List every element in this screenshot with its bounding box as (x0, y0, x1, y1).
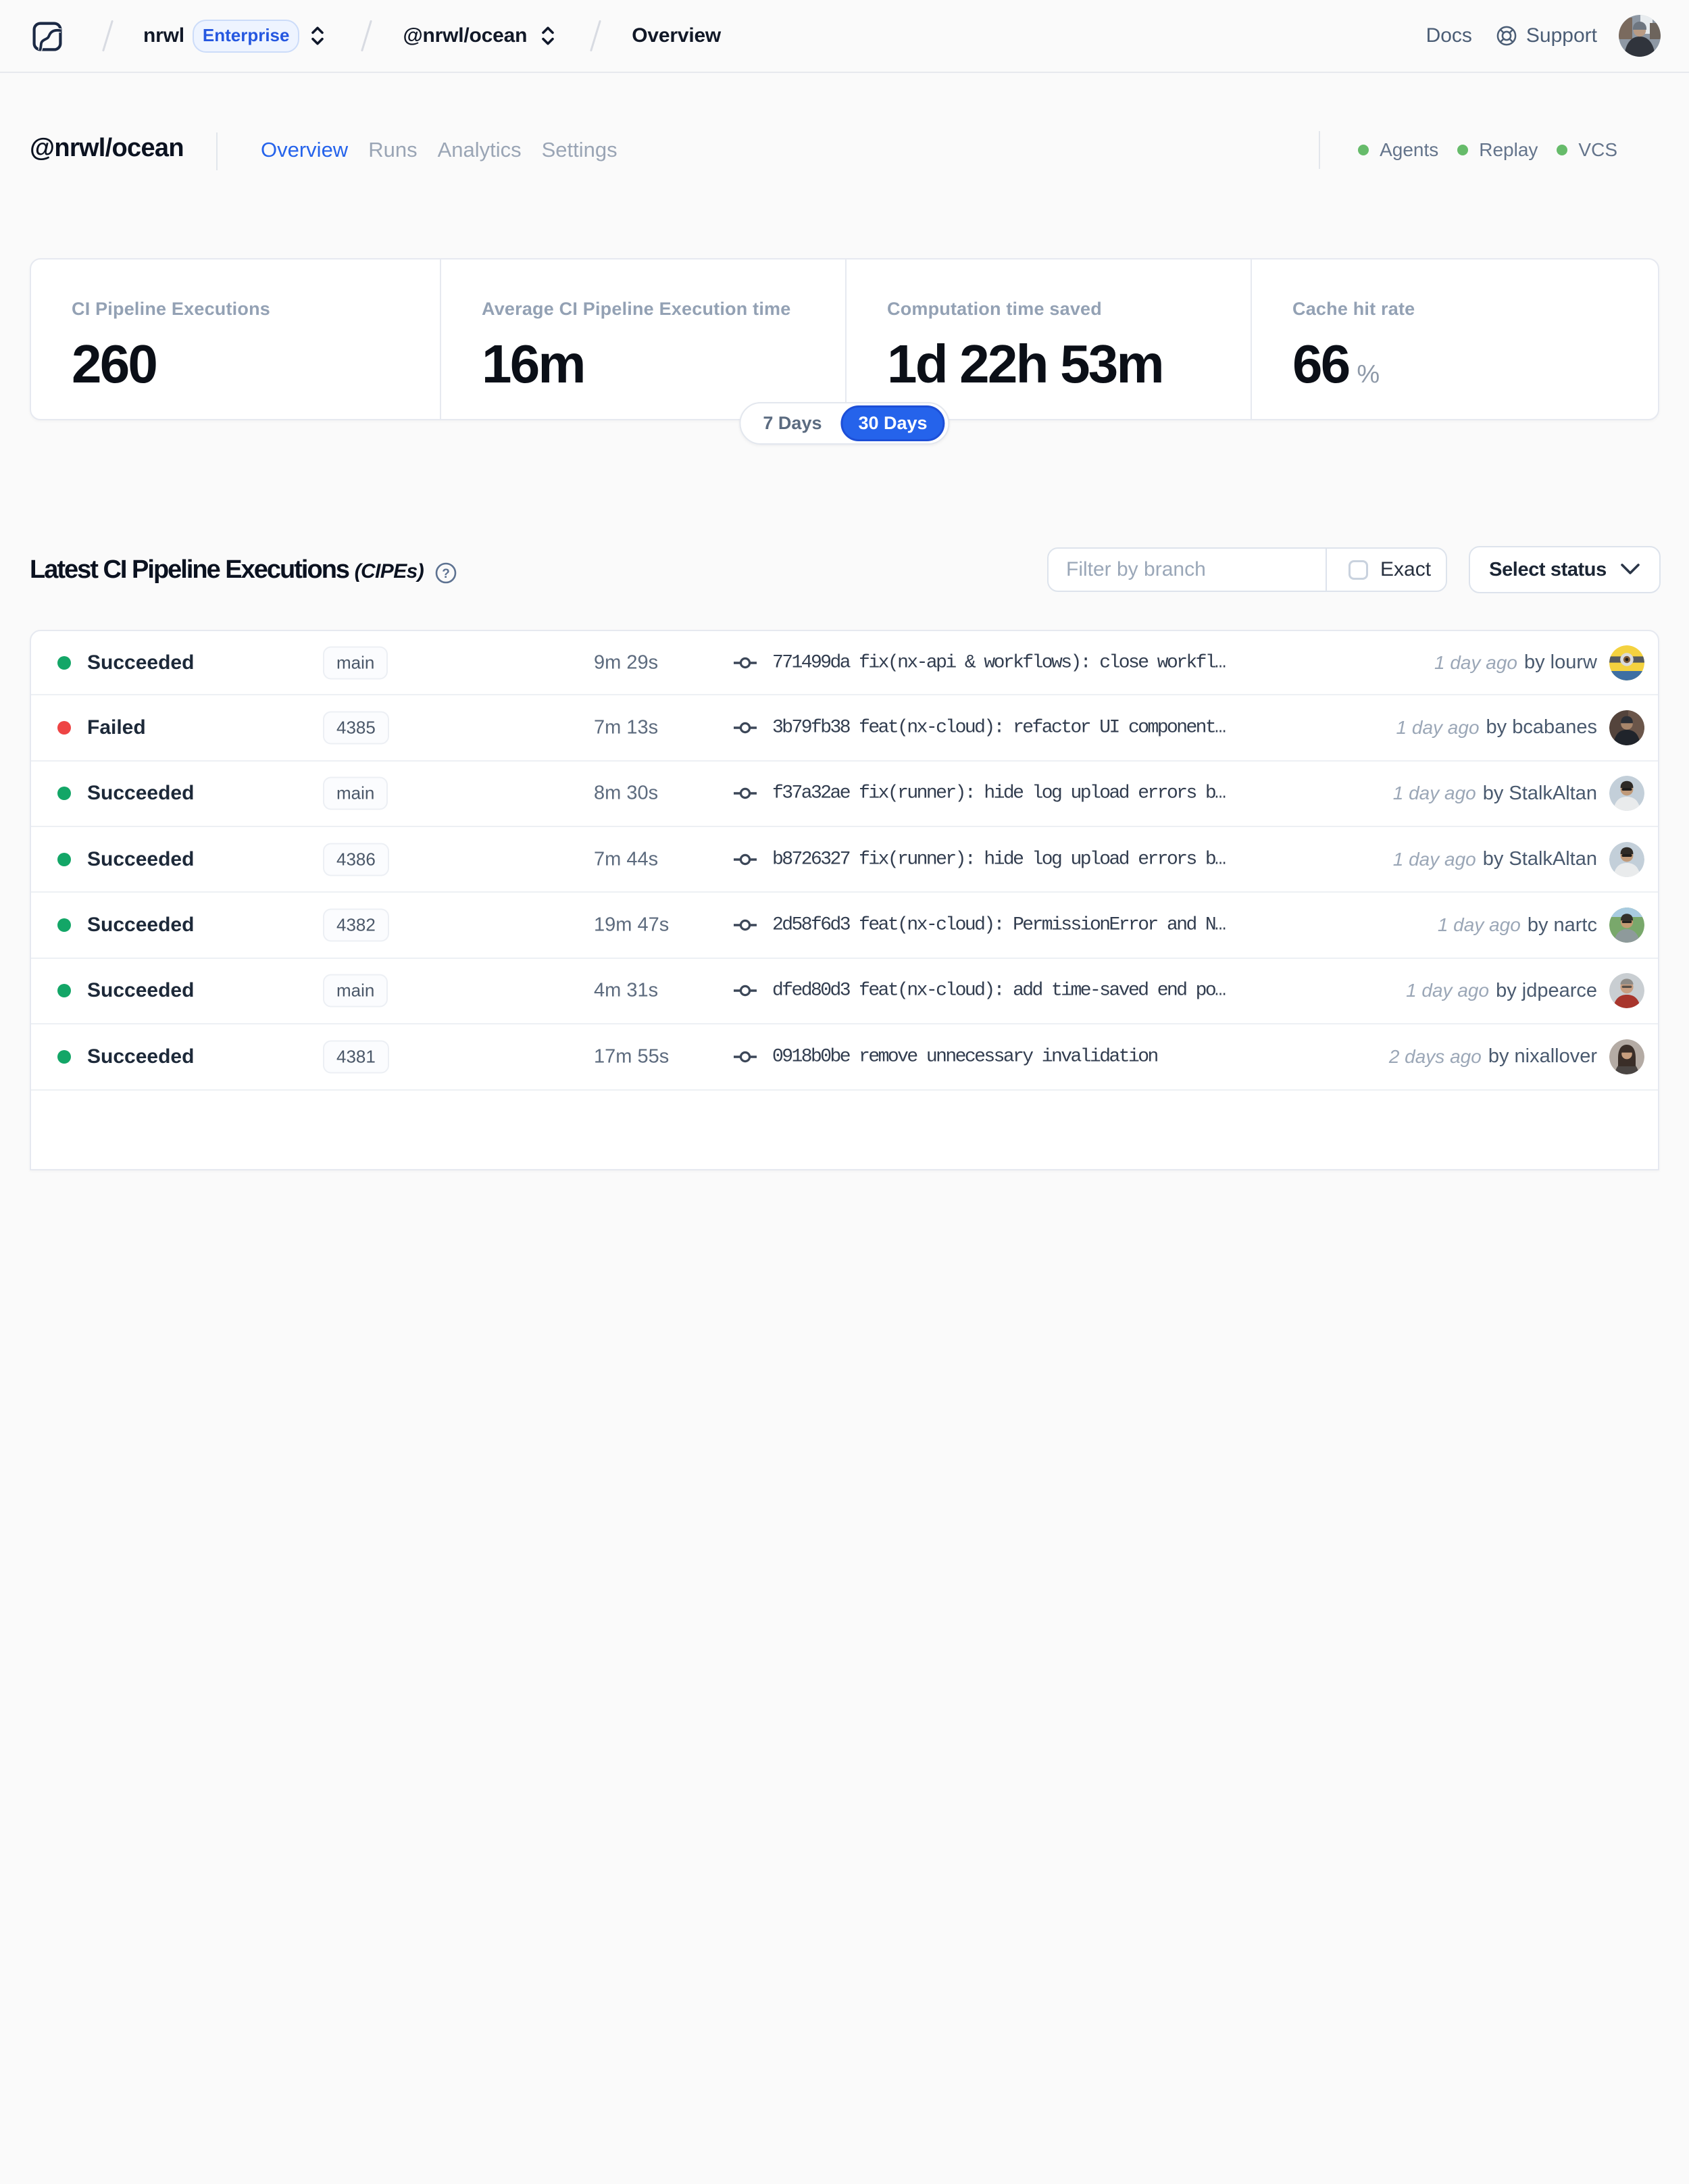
svg-text:?: ? (442, 567, 450, 581)
